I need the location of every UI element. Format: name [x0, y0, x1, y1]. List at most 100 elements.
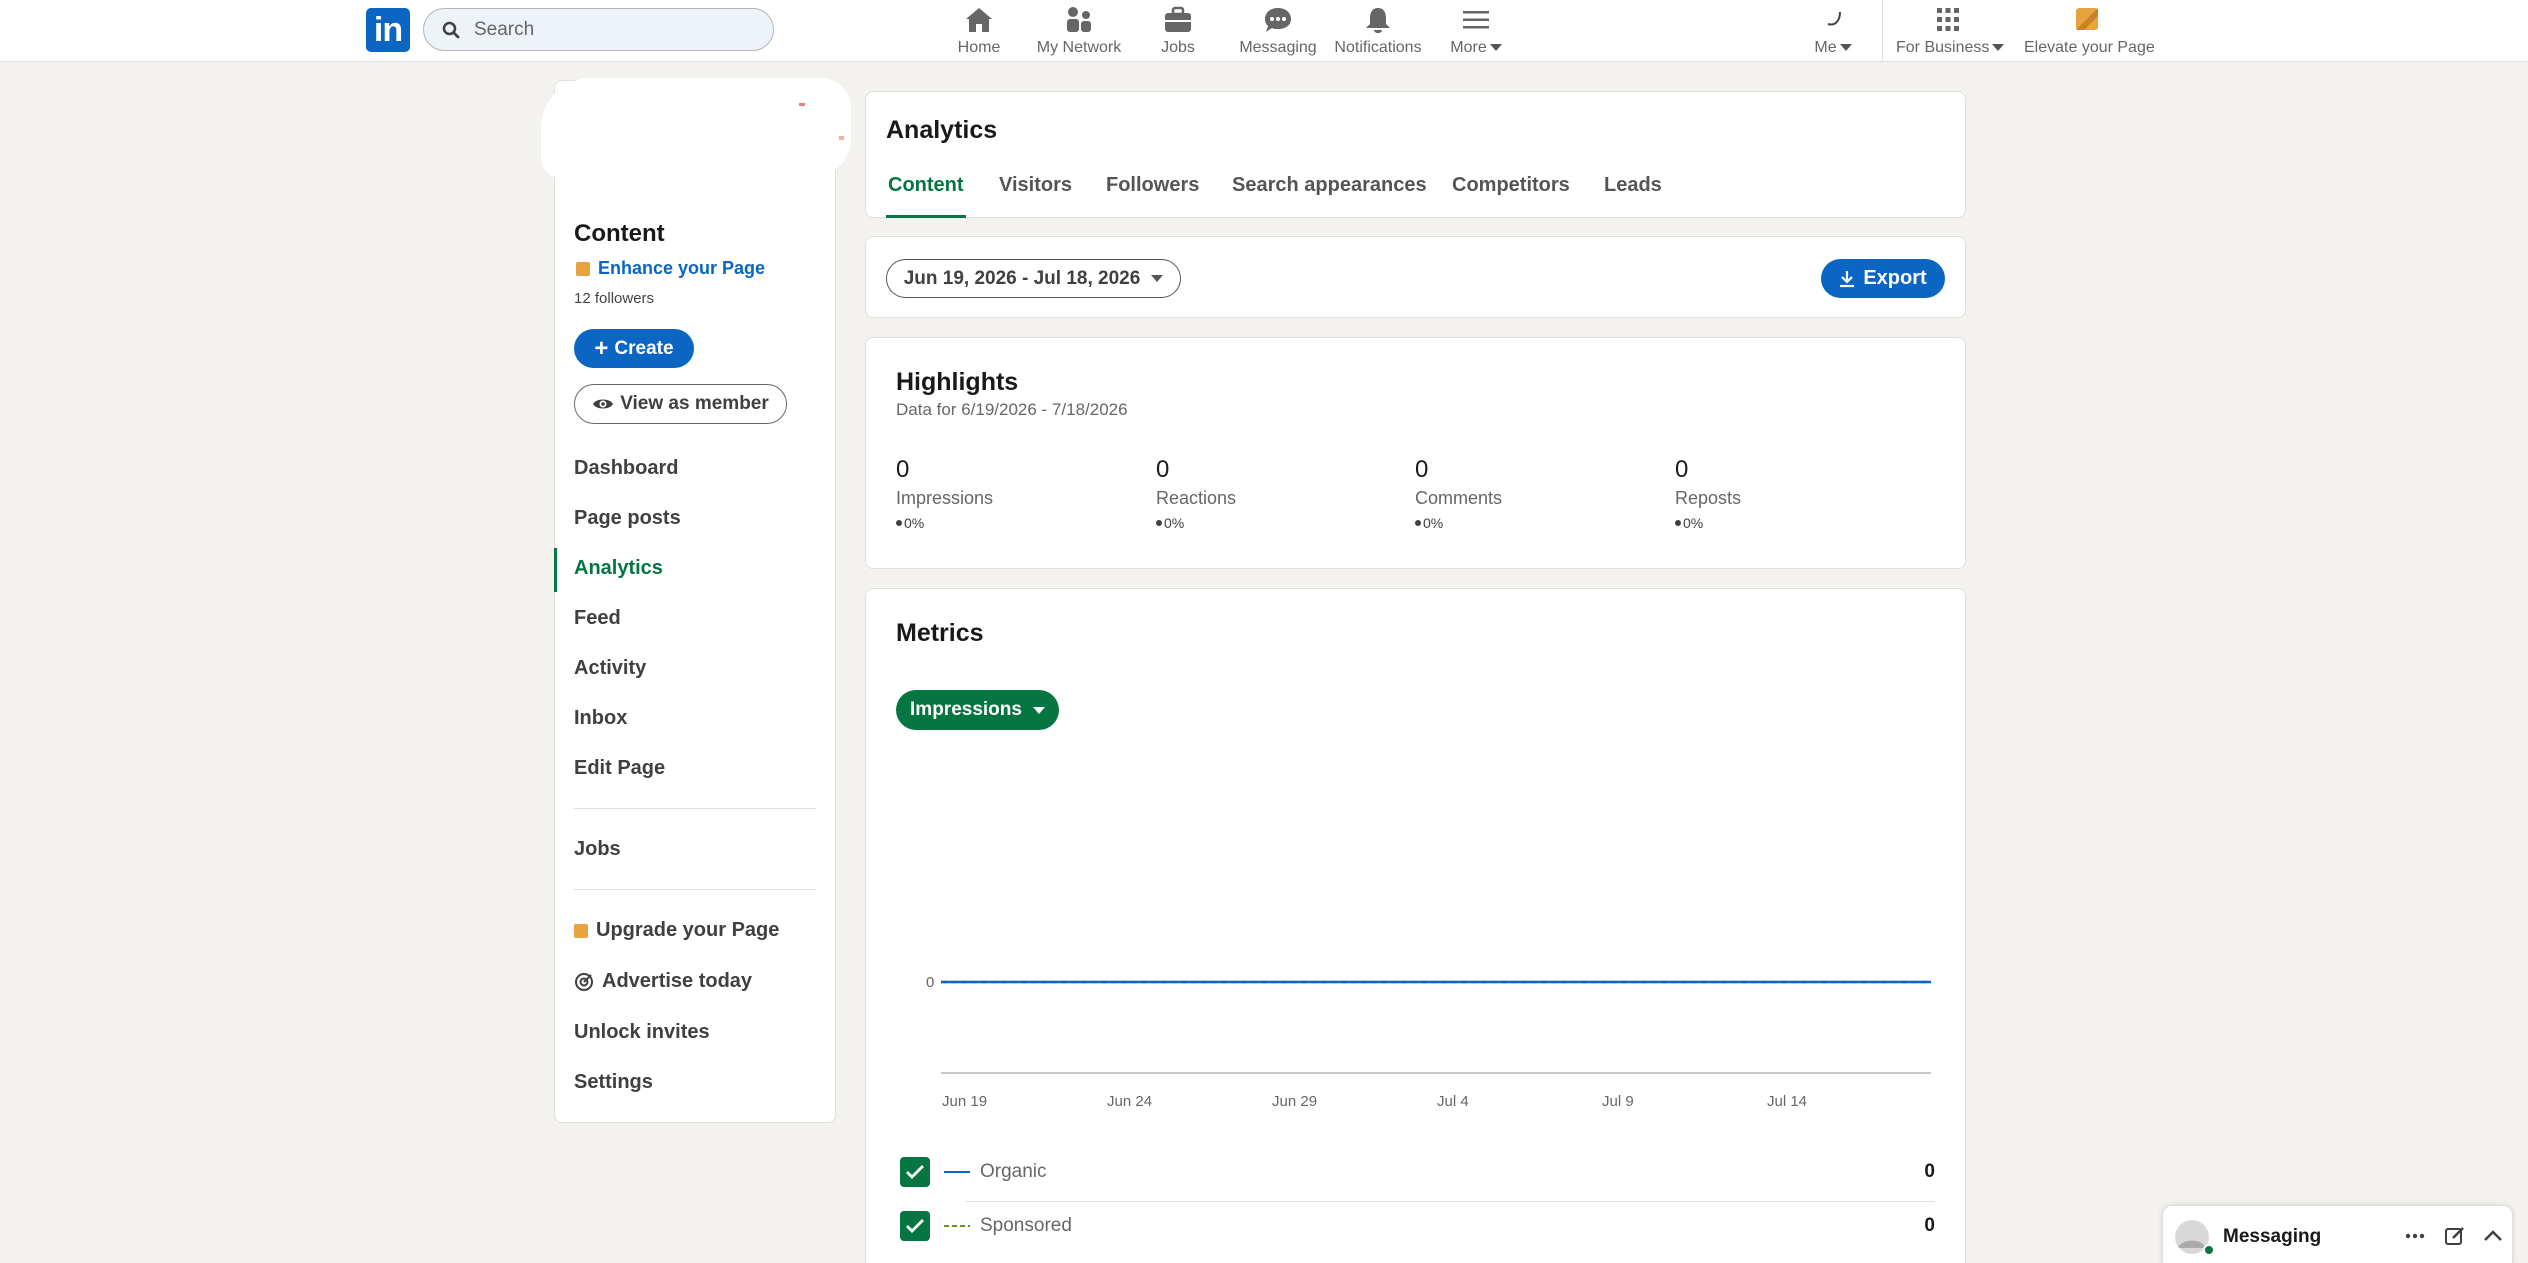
tab-leads[interactable]: Leads	[1604, 174, 1662, 218]
stat-change: 0%	[1164, 515, 1185, 531]
search-icon	[442, 21, 460, 39]
nav-me[interactable]: Me	[1808, 4, 1858, 58]
sidebar-item-label: Inbox	[574, 707, 628, 729]
nav-jobs[interactable]: Jobs	[1160, 4, 1196, 58]
nav-more[interactable]: More	[1446, 4, 1506, 58]
tab-followers[interactable]: Followers	[1106, 174, 1199, 218]
nav-home-label: Home	[957, 39, 1001, 56]
chevron-down-icon	[1489, 44, 1502, 52]
search-input[interactable]	[474, 17, 764, 43]
metric-selector-dropdown[interactable]: Impressions	[896, 690, 1059, 730]
premium-square-icon	[574, 923, 588, 938]
enhance-page-link[interactable]: Enhance your Page	[576, 258, 765, 279]
sidebar-item-dashboard[interactable]: Dashboard	[574, 457, 678, 480]
stat-label: Reactions	[1156, 488, 1237, 508]
messaging-overlay[interactable]: Messaging	[2162, 1205, 2513, 1263]
y-tick-label: 0	[926, 974, 934, 991]
date-range-card: Jun 19, 2026 - Jul 18, 2026 Export	[865, 236, 1966, 318]
home-icon	[966, 8, 992, 32]
organic-checkbox[interactable]	[900, 1157, 930, 1187]
sidebar-item-unlock-invites[interactable]: Unlock invites	[574, 1021, 710, 1044]
nav-jobs-label: Jobs	[1161, 39, 1195, 56]
sidebar-item-label: Dashboard	[574, 457, 679, 479]
nav-for-business[interactable]: For Business	[1896, 4, 2005, 58]
sidebar-divider	[574, 808, 816, 809]
tab-competitors[interactable]: Competitors	[1452, 174, 1570, 218]
stat-change: 0%	[1423, 515, 1444, 531]
legend-sponsored: Sponsored 0	[900, 1206, 1935, 1246]
sidebar-item-settings[interactable]: Settings	[574, 1071, 653, 1094]
sidebar-item-label: Activity	[574, 657, 647, 679]
nav-my-network[interactable]: My Network	[1036, 4, 1122, 58]
sidebar-item-jobs[interactable]: Jobs	[574, 838, 621, 861]
top-navigation: in Home My Network Jobs Messaging Notifi…	[0, 0, 2528, 62]
export-label: Export	[1863, 267, 1927, 289]
target-icon	[575, 972, 593, 991]
more-options-icon[interactable]	[2403, 1224, 2427, 1248]
nav-notifications[interactable]: Notifications	[1334, 4, 1422, 58]
linkedin-logo[interactable]: in	[366, 8, 410, 52]
premium-page-icon	[2076, 8, 2098, 30]
sidebar-item-feed[interactable]: Feed	[574, 607, 621, 630]
sidebar-item-label: Analytics	[574, 557, 663, 579]
chevron-down-icon	[1151, 275, 1164, 282]
organic-line-swatch	[944, 1171, 970, 1173]
sidebar-divider	[574, 889, 816, 890]
x-tick-label: Jun 29	[1272, 1093, 1317, 1109]
stat-label: Reposts	[1675, 488, 1742, 508]
stat-value: 0	[1675, 456, 1689, 483]
nav-notifications-label: Notifications	[1334, 39, 1422, 56]
analytics-header-card: Analytics Content Visitors Followers Sea…	[865, 91, 1966, 218]
stat-reposts: 0 Reposts 0%	[1675, 456, 1875, 531]
stat-impressions: 0 Impressions 0%	[896, 456, 1096, 531]
create-button[interactable]: + Create	[574, 329, 694, 368]
sidebar-item-activity[interactable]: Activity	[574, 657, 646, 680]
metrics-title: Metrics	[896, 619, 984, 647]
x-tick-label: Jul 9	[1602, 1093, 1634, 1109]
nav-messaging[interactable]: Messaging	[1238, 4, 1318, 58]
sponsored-line-swatch	[944, 1225, 970, 1227]
sidebar-item-edit-page[interactable]: Edit Page	[574, 757, 665, 780]
view-as-member-label: View as member	[620, 393, 769, 414]
sidebar-item-upgrade[interactable]: Upgrade your Page	[574, 919, 779, 942]
x-tick-label: Jul 14	[1767, 1093, 1807, 1109]
highlights-card: Highlights Data for 6/19/2026 - 7/18/202…	[865, 337, 1966, 569]
enhance-page-label: Enhance your Page	[598, 258, 766, 278]
legend-name: Sponsored	[980, 1215, 1072, 1236]
nav-elevate-label: Elevate your Page	[2024, 39, 2155, 56]
search-box[interactable]	[423, 8, 774, 51]
page-title: Analytics	[886, 116, 998, 144]
neutral-dot-icon	[1675, 520, 1681, 526]
nav-home[interactable]: Home	[956, 4, 1002, 58]
page-name: Content	[574, 224, 665, 247]
export-button[interactable]: Export	[1821, 259, 1945, 298]
checkmark-icon	[906, 1165, 924, 1179]
tab-visitors[interactable]: Visitors	[999, 174, 1072, 218]
stat-value: 0	[1156, 456, 1170, 483]
sidebar-item-inbox[interactable]: Inbox	[574, 707, 627, 730]
stat-comments: 0 Comments 0%	[1415, 456, 1615, 531]
neutral-dot-icon	[1415, 520, 1421, 526]
date-range-dropdown[interactable]: Jun 19, 2026 - Jul 18, 2026	[886, 259, 1181, 298]
impressions-line-chart: 0 Jun 19 Jun 24 Jun 29 Jul 4 Jul 9 Jul 14	[926, 974, 1931, 1109]
chevron-up-icon[interactable]	[2481, 1224, 2505, 1248]
nav-elevate-page[interactable]: Elevate your Page	[2024, 4, 2155, 58]
x-tick-label: Jun 24	[1107, 1093, 1152, 1109]
highlights-title: Highlights	[896, 368, 1019, 396]
tab-search-appearances[interactable]: Search appearances	[1232, 174, 1427, 218]
sidebar-item-label: Unlock invites	[574, 1021, 710, 1043]
eye-icon	[593, 399, 614, 409]
compose-icon[interactable]	[2443, 1224, 2467, 1248]
sidebar-item-advertise[interactable]: Advertise today	[574, 970, 752, 993]
sidebar-item-page-posts[interactable]: Page posts	[574, 507, 681, 530]
messaging-icon	[1265, 8, 1291, 32]
sponsored-checkbox[interactable]	[900, 1211, 930, 1241]
page-cover-image	[541, 78, 851, 178]
legend-name: Organic	[980, 1161, 1047, 1182]
view-as-member-button[interactable]: View as member	[574, 384, 787, 424]
chevron-down-icon	[1839, 44, 1852, 52]
sidebar-item-analytics[interactable]: Analytics	[574, 557, 663, 580]
sidebar-item-label: Edit Page	[574, 757, 666, 779]
tab-content[interactable]: Content	[886, 174, 966, 218]
sidebar-item-label: Settings	[574, 1071, 653, 1093]
